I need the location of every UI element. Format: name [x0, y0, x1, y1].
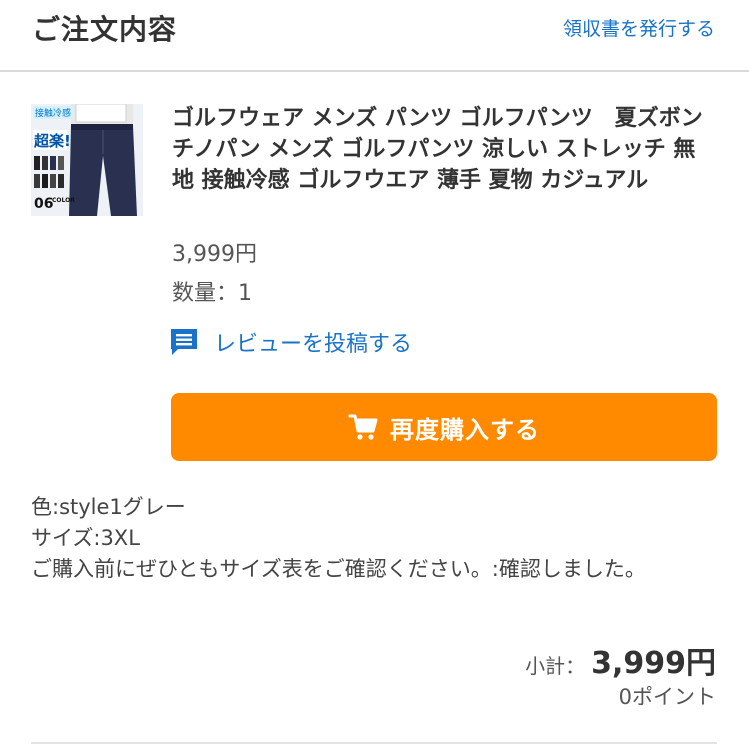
svg-text:COLOR: COLOR	[52, 197, 75, 204]
header: ご注文内容 領収書を発行する	[0, 0, 749, 72]
comment-icon	[171, 329, 197, 355]
svg-text:超楽!: 超楽!	[33, 132, 71, 150]
write-review-link[interactable]: レビューを投稿する	[168, 324, 412, 360]
subtotal-value: 3,999円	[591, 646, 716, 681]
issue-receipt-link[interactable]: 領収書を発行する	[563, 14, 715, 41]
option-size: サイズ:3XL	[31, 526, 140, 550]
option-color: 色:style1グレー	[31, 495, 186, 519]
option-note: ご購入前にぜひともサイズ表をご確認ください。:確認しました。	[31, 557, 646, 581]
svg-text:06: 06	[34, 196, 53, 212]
rebuy-label: 再度購入する	[390, 415, 540, 444]
subtotal-row: 小計： 3,999円	[525, 638, 716, 682]
svg-text:接触冷感: 接触冷感	[35, 107, 71, 119]
points-earned: 0ポイント	[618, 685, 716, 709]
golf-pants-product-image: 接触冷感 超楽! 06 COLOR	[31, 104, 143, 216]
page-title: ご注文内容	[32, 13, 178, 46]
product-title[interactable]: ゴルフウェア メンズ パンツ ゴルフパンツ 夏ズボン チノパン メンズ ゴルフパ…	[172, 103, 717, 196]
rebuy-button[interactable]: 再度購入する	[171, 393, 717, 461]
product-price: 3,999円	[172, 242, 257, 267]
write-review-label: レビューを投稿する	[214, 332, 413, 357]
product-quantity: 数量：1	[172, 281, 252, 306]
divider	[31, 742, 717, 744]
subtotal-label: 小計：	[525, 654, 586, 678]
cart-icon	[348, 414, 378, 440]
product-image[interactable]: 接触冷感 超楽! 06 COLOR	[31, 104, 143, 216]
product-options: 色:style1グレー サイズ:3XL ご購入前にぜひともサイズ表をご確認くださ…	[31, 492, 711, 585]
